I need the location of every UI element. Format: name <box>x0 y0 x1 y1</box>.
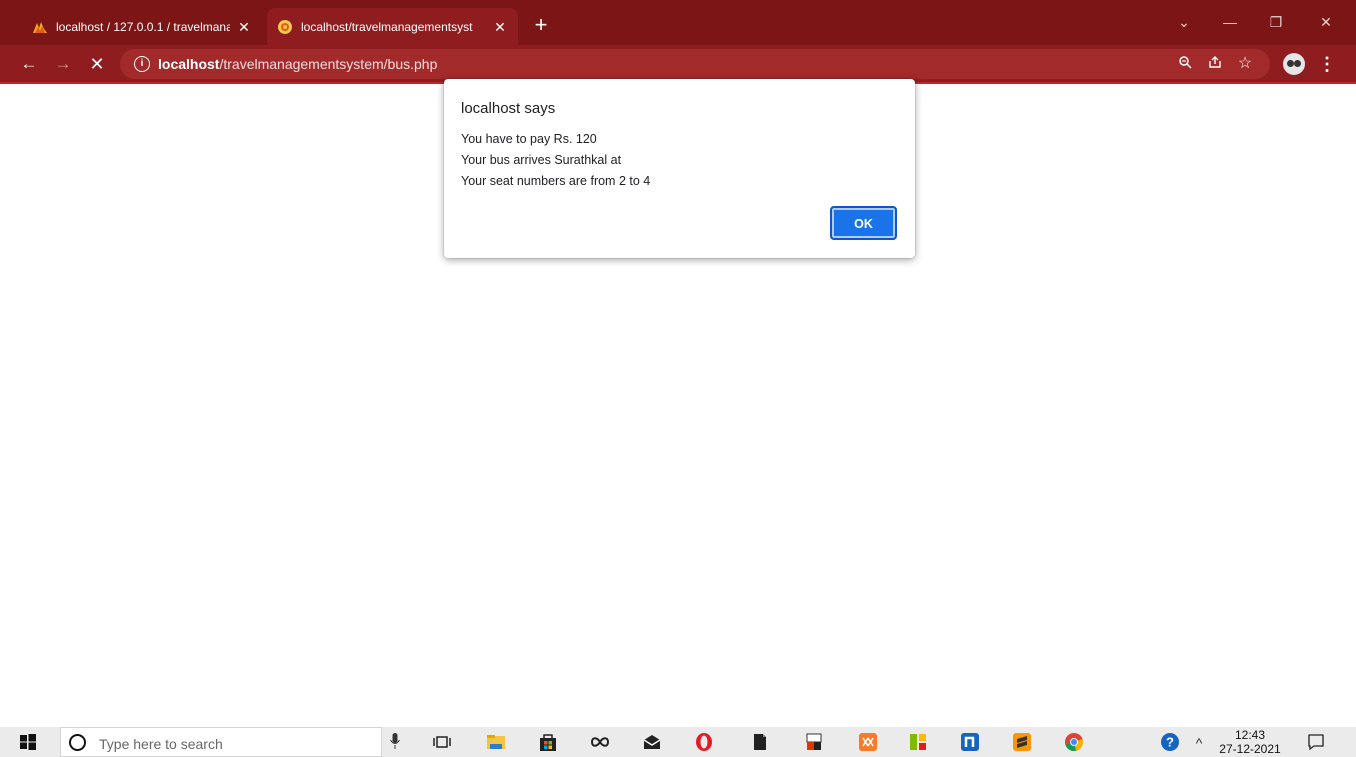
tab-search-chevron-icon[interactable]: ⌄ <box>1172 10 1196 34</box>
browser-toolbar: ← → ✕ i localhost/travelmanagementsystem… <box>0 45 1356 82</box>
url-path: /travelmanagementsystem/bus.php <box>219 56 438 72</box>
address-bar[interactable]: i localhost/travelmanagementsystem/bus.p… <box>120 49 1270 79</box>
windows-start-icon[interactable] <box>18 732 38 752</box>
ok-button[interactable]: OK <box>830 206 897 240</box>
share-icon[interactable] <box>1205 54 1225 74</box>
help-icon[interactable]: ? <box>1160 732 1180 752</box>
microphone-icon[interactable] <box>390 733 400 749</box>
opera-browser-icon[interactable] <box>694 732 714 752</box>
browser-tab-strip: localhost / 127.0.0.1 / travelmana ✕ loc… <box>0 0 1356 45</box>
n-app-icon[interactable] <box>960 732 980 752</box>
taskbar-search-box[interactable]: Type here to search <box>60 727 382 757</box>
zoom-icon[interactable] <box>1175 54 1195 74</box>
notification-center-icon[interactable] <box>1306 732 1326 752</box>
url-host: localhost <box>158 56 220 72</box>
browser-menu-icon[interactable]: ⋮ <box>1318 51 1336 77</box>
new-tab-button[interactable]: + <box>529 14 553 38</box>
mail-icon[interactable] <box>642 732 662 752</box>
show-hidden-icons-chevron[interactable]: ^ <box>1187 731 1211 755</box>
task-view-icon[interactable] <box>432 732 452 752</box>
forward-arrow-icon[interactable]: → <box>50 51 76 77</box>
windows-taskbar: Type here to search ? ^ 12:43 27-12-2021 <box>0 727 1356 757</box>
url-text[interactable]: localhost/travelmanagementsystem/bus.php <box>158 56 437 72</box>
tab-bus-php[interactable]: localhost/travelmanagementsyst ✕ <box>267 8 518 45</box>
clock-time: 12:43 <box>1234 728 1266 742</box>
back-arrow-icon[interactable]: ← <box>16 51 42 77</box>
cortana-icon[interactable] <box>69 734 86 751</box>
dialog-title: localhost says <box>461 100 556 117</box>
tab-title: localhost / 127.0.0.1 / travelmana <box>56 19 230 34</box>
minimize-icon[interactable]: — <box>1218 10 1242 34</box>
dialog-message-line: You have to pay Rs. 120 <box>461 132 597 146</box>
clock-date: 27-12-2021 <box>1219 742 1281 756</box>
svg-text:?: ? <box>1166 735 1174 750</box>
ms-office-icon[interactable] <box>804 732 824 752</box>
stop-loading-icon[interactable]: ✕ <box>84 51 110 77</box>
chrome-icon[interactable] <box>1064 732 1084 752</box>
notepad-icon[interactable] <box>750 732 770 752</box>
phpmyadmin-icon <box>33 21 47 33</box>
close-window-icon[interactable]: ✕ <box>1314 10 1338 34</box>
site-icon <box>278 19 292 34</box>
microsoft-store-icon[interactable] <box>538 732 558 752</box>
alert-dialog: localhost says You have to pay Rs. 120 Y… <box>444 79 915 258</box>
dialog-message-line: Your seat numbers are from 2 to 4 <box>461 174 651 188</box>
dialog-message-line: Your bus arrives Surathkal at <box>461 153 622 167</box>
tab-close-icon[interactable]: ✕ <box>236 19 252 35</box>
xampp-icon[interactable] <box>858 732 878 752</box>
file-explorer-icon[interactable] <box>486 732 506 752</box>
system-clock[interactable]: 12:43 27-12-2021 <box>1210 727 1290 757</box>
site-info-icon[interactable]: i <box>134 56 150 72</box>
color-bars-app-icon[interactable] <box>908 732 928 752</box>
bookmark-star-icon[interactable]: ☆ <box>1235 54 1255 74</box>
search-placeholder: Type here to search <box>99 736 223 752</box>
infinity-app-icon[interactable] <box>590 732 610 752</box>
restore-icon[interactable]: ❐ <box>1264 10 1288 34</box>
profile-avatar[interactable] <box>1283 53 1305 75</box>
tab-title: localhost/travelmanagementsyst <box>301 19 473 34</box>
sublime-text-icon[interactable] <box>1012 732 1032 752</box>
tab-phpmyadmin[interactable]: localhost / 127.0.0.1 / travelmana ✕ <box>22 8 262 45</box>
tab-close-icon[interactable]: ✕ <box>492 19 508 35</box>
